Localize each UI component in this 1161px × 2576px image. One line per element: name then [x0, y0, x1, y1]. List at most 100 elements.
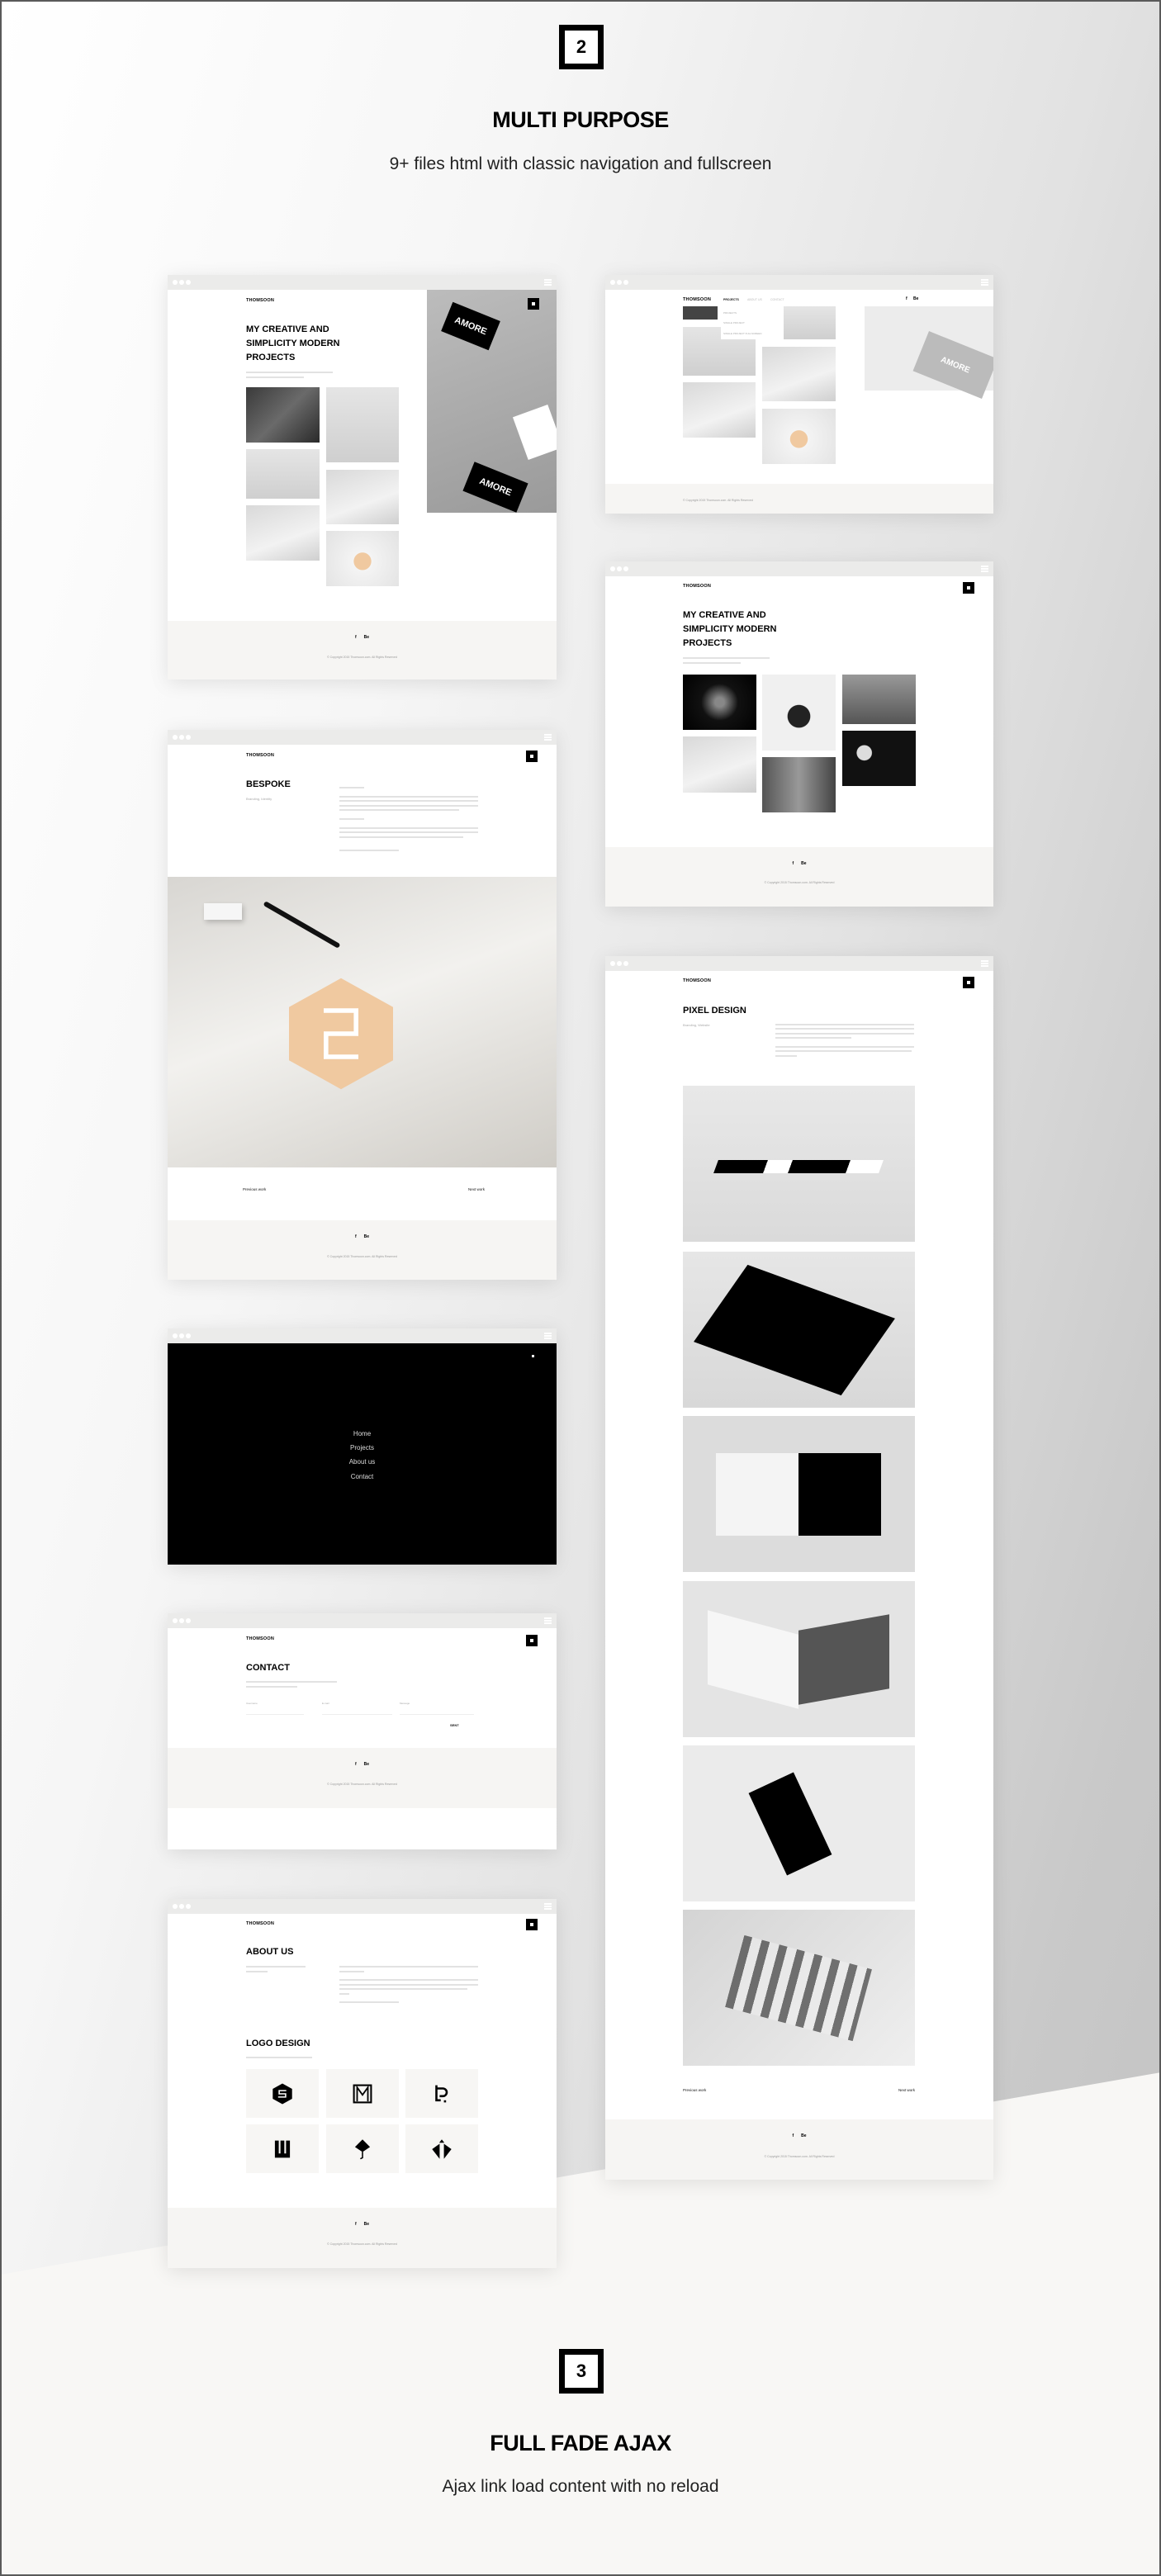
- text-line: [246, 2057, 312, 2058]
- diamond-t-logo-icon[interactable]: [405, 2124, 478, 2173]
- hamburger-icon[interactable]: [981, 279, 988, 286]
- project-thumb[interactable]: [683, 306, 718, 320]
- dropdown-item[interactable]: SINGLE PROJECT FULLSCREEN: [723, 332, 761, 335]
- section-title: FULL FADE AJAX: [490, 2431, 671, 2455]
- menu-button[interactable]: [526, 751, 538, 762]
- hexagon-s-logo-icon[interactable]: [246, 2069, 319, 2118]
- project-thumb[interactable]: [326, 531, 399, 586]
- facebook-icon[interactable]: f: [792, 2133, 794, 2138]
- nav-about[interactable]: ABOUT US: [747, 298, 762, 301]
- hamburger-icon[interactable]: [544, 734, 552, 741]
- p-logo-icon[interactable]: [405, 2069, 478, 2118]
- hamburger-icon[interactable]: [544, 1903, 552, 1910]
- text-line: [339, 818, 364, 820]
- username-input[interactable]: [246, 1714, 304, 1715]
- site-logo[interactable]: THOMSOON: [246, 298, 274, 303]
- site-logo[interactable]: THOMSOON: [246, 753, 274, 758]
- site-logo[interactable]: THOMSOON: [683, 584, 711, 589]
- m-frame-logo-icon[interactable]: [326, 2069, 399, 2118]
- menu-item-projects[interactable]: Projects: [168, 1444, 557, 1451]
- facebook-icon[interactable]: f: [355, 1234, 357, 1239]
- menu-item-home[interactable]: Home: [168, 1430, 557, 1437]
- site-logo[interactable]: THOMSOON: [683, 297, 711, 302]
- window-dots-icon: [173, 1618, 191, 1623]
- hamburger-icon[interactable]: [544, 1617, 552, 1624]
- menu-button[interactable]: [963, 977, 974, 988]
- hamburger-icon[interactable]: [981, 960, 988, 967]
- project-category: Branding, Identity: [246, 797, 272, 801]
- nav-projects[interactable]: PROJECTS: [723, 298, 739, 301]
- photo-thumb[interactable]: [683, 675, 756, 730]
- facebook-icon[interactable]: f: [355, 1762, 357, 1767]
- project-thumb[interactable]: [762, 409, 836, 464]
- pen-nib-logo-icon[interactable]: [326, 2124, 399, 2173]
- browser-bar: [168, 1328, 557, 1343]
- email-input[interactable]: [322, 1714, 392, 1715]
- previous-work-link[interactable]: Previous work: [683, 2088, 706, 2092]
- behance-icon[interactable]: Be: [913, 296, 918, 301]
- nav-contact[interactable]: CONTACT: [770, 298, 784, 301]
- menu-button[interactable]: [528, 298, 539, 310]
- site-logo[interactable]: THOMSOON: [246, 1921, 274, 1926]
- window-dots-icon: [173, 1904, 191, 1909]
- project-thumb[interactable]: [326, 387, 399, 462]
- photo-thumb[interactable]: [842, 731, 916, 786]
- section-title: MULTI PURPOSE: [492, 107, 669, 132]
- menu-item-contact[interactable]: Contact: [168, 1473, 557, 1480]
- project-thumb[interactable]: [246, 387, 320, 443]
- facebook-icon[interactable]: f: [355, 635, 357, 640]
- site-logo[interactable]: THOMSOON: [683, 978, 711, 983]
- menu-item-about[interactable]: About us: [168, 1458, 557, 1466]
- behance-icon[interactable]: Be: [364, 1234, 369, 1239]
- dropdown-item[interactable]: PROJECTS: [723, 311, 737, 315]
- site-footer: f Be © Copyright 2015 Thomsoon.com. All …: [168, 621, 557, 680]
- next-work-link[interactable]: Next work: [468, 1187, 485, 1191]
- text-line: [775, 1037, 851, 1039]
- home-heading: MY CREATIVE AND SIMPLICITY MODERN PROJEC…: [246, 323, 339, 365]
- facebook-icon[interactable]: f: [355, 2222, 357, 2227]
- behance-icon[interactable]: Be: [364, 1762, 369, 1767]
- behance-icon[interactable]: Be: [364, 635, 369, 640]
- behance-icon[interactable]: Be: [364, 2222, 369, 2227]
- menu-button[interactable]: [963, 582, 974, 594]
- photo-thumb[interactable]: [762, 757, 836, 812]
- photo-thumb[interactable]: [842, 675, 916, 724]
- mockup-photo-grid: THOMSOON MY CREATIVE AND SIMPLICITY MODE…: [605, 561, 993, 907]
- text-line: [775, 1046, 914, 1048]
- w-logo-icon[interactable]: [246, 2124, 319, 2173]
- project-thumb[interactable]: [246, 505, 320, 561]
- project-thumb[interactable]: [326, 470, 399, 524]
- text-line: [339, 827, 478, 829]
- copyright: © Copyright 2015 Thomsoon.com. All Right…: [764, 2155, 835, 2158]
- hamburger-icon[interactable]: [544, 279, 552, 286]
- message-input[interactable]: [400, 1714, 474, 1715]
- hamburger-icon[interactable]: [544, 1333, 552, 1339]
- heading-line: SIMPLICITY MODERN: [683, 624, 777, 634]
- previous-work-link[interactable]: Previous work: [243, 1187, 266, 1191]
- next-work-link[interactable]: Next work: [898, 2088, 915, 2092]
- dropdown-item[interactable]: SINGLE PROJECT: [723, 321, 745, 324]
- close-icon[interactable]: [532, 1355, 534, 1357]
- project-thumb[interactable]: [246, 449, 320, 499]
- facebook-icon[interactable]: f: [906, 296, 907, 301]
- menu-button[interactable]: [526, 1919, 538, 1930]
- behance-icon[interactable]: Be: [801, 861, 806, 866]
- project-title: BESPOKE: [246, 779, 291, 789]
- text-line: [339, 2001, 399, 2003]
- hamburger-icon[interactable]: [981, 566, 988, 572]
- photo-thumb[interactable]: [762, 675, 836, 751]
- email-label: E-mail: [322, 1702, 329, 1705]
- window-dots-icon: [610, 280, 628, 285]
- behance-icon[interactable]: Be: [801, 2133, 806, 2138]
- project-thumb[interactable]: [762, 347, 836, 401]
- menu-button[interactable]: [526, 1635, 538, 1646]
- text-line: [339, 831, 478, 833]
- grid-heading: MY CREATIVE AND SIMPLICITY MODERN PROJEC…: [683, 608, 776, 651]
- facebook-icon[interactable]: f: [792, 861, 794, 866]
- window-dots-icon: [173, 1333, 191, 1338]
- photo-thumb[interactable]: [683, 736, 756, 793]
- send-button[interactable]: SENT: [450, 1723, 459, 1727]
- site-logo[interactable]: THOMSOON: [246, 1636, 274, 1641]
- browser-bar: [605, 956, 993, 971]
- project-thumb[interactable]: [683, 382, 756, 438]
